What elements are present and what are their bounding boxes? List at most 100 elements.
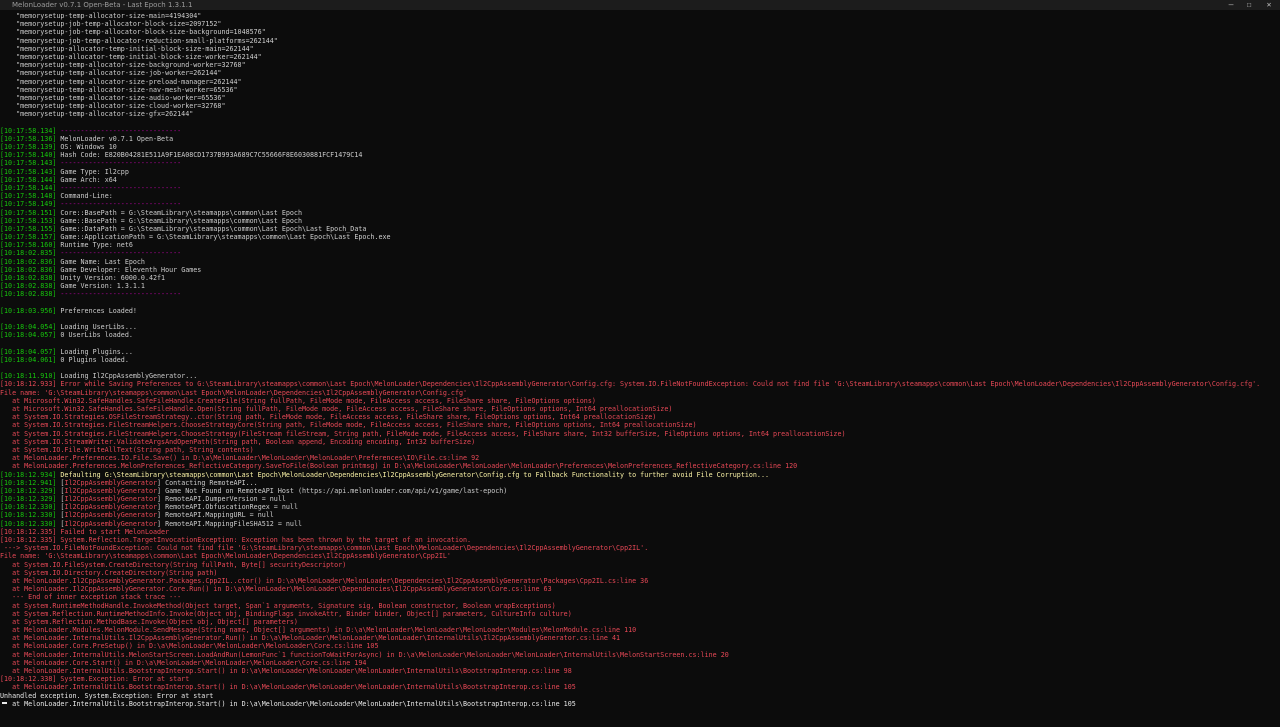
console-line: [10:18:12.338] System.Exception: Error a…: [0, 675, 1280, 683]
timestamp: [10:18:02.836]: [0, 265, 57, 274]
console-line: at System.IO.Strategies.OSFileStreamStra…: [0, 413, 1280, 421]
console-text: OS: Windows 10: [56, 143, 117, 151]
console-line: at System.IO.Directory.CreateDirectory(S…: [0, 569, 1280, 577]
console-line: at System.IO.Strategies.FileStreamHelper…: [0, 421, 1280, 429]
timestamp: [10:17:58.157]: [0, 233, 57, 242]
console-text: Loading Plugins...: [56, 347, 133, 356]
console-line: at MelonLoader.InternalUtils.BootstrapIn…: [0, 667, 1280, 675]
console-line: [10:18:12.934] Defaulting G:\SteamLibrar…: [0, 471, 1280, 479]
timestamp: [10:18:11.910]: [0, 372, 57, 381]
console-line: at System.IO.Strategies.FileStreamHelper…: [0, 430, 1280, 438]
console-text: Preferences Loaded!: [56, 306, 137, 315]
console-line: at MelonLoader.InternalUtils.BootstrapIn…: [0, 700, 1280, 708]
maximize-button[interactable]: ☐: [1242, 0, 1256, 10]
console-text: at MelonLoader.Modules.MelonModule.SendM…: [0, 626, 637, 635]
console-text: at MelonLoader.InternalUtils.BootstrapIn…: [0, 667, 572, 675]
console-text: at MelonLoader.InternalUtils.BootstrapIn…: [0, 683, 576, 692]
console-text: ------------------------------: [56, 183, 182, 192]
console-text: at System.IO.File.WriteAllText(String pa…: [0, 445, 254, 454]
console-text: Game Type: Il2cpp: [56, 167, 129, 176]
console-text: at System.IO.Strategies.FileStreamHelper…: [0, 421, 697, 430]
console-line: "memorysetup-temp-allocator-size-job-wor…: [0, 69, 1280, 77]
console-line: "memorysetup-temp-allocator-size-audio-w…: [0, 94, 1280, 102]
title-bar[interactable]: MelonLoader v0.7.1 Open-Beta - Last Epoc…: [0, 0, 1280, 10]
console-window[interactable]: MelonLoader v0.7.1 Open-Beta - Last Epoc…: [0, 0, 1280, 727]
console-text: MelonLoader v0.7.1 Open-Beta: [56, 134, 174, 143]
timestamp: [10:17:58.134]: [0, 126, 57, 135]
timestamp: [10:17:58.143]: [0, 159, 57, 168]
console-line: "memorysetup-temp-allocator-size-cloud-w…: [0, 102, 1280, 110]
timestamp: [10:17:58.143]: [0, 167, 57, 176]
timestamp: [10:17:58.140]: [0, 151, 57, 160]
timestamp: [10:18:12.330]: [0, 503, 57, 512]
timestamp: [10:18:12.941]: [0, 478, 57, 487]
console-text: at MelonLoader.InternalUtils.MelonStartS…: [0, 650, 729, 659]
timestamp: [10:18:04.061]: [0, 355, 57, 364]
console-text: Game Version: 1.3.1.1: [56, 282, 145, 291]
console-line: "memorysetup-temp-allocator-size-preload…: [0, 78, 1280, 86]
timestamp: [10:18:04.057]: [0, 347, 57, 356]
timestamp: [10:18:02.835]: [0, 249, 57, 258]
timestamp: [10:18:12.329]: [0, 495, 57, 504]
console-line: at MelonLoader.InternalUtils.Il2CppAssem…: [0, 634, 1280, 642]
minimize-button[interactable]: —: [1224, 0, 1238, 10]
timestamp: [10:17:58.155]: [0, 224, 57, 233]
console-text: "memorysetup-temp-allocator-size-gfx=262…: [0, 110, 194, 119]
console-text: Game Arch: x64: [56, 175, 117, 184]
console-text: [10:18:12.338] System.Exception: Error a…: [0, 675, 190, 684]
console-line: [10:18:12.329] [Il2CppAssemblyGenerator]…: [0, 487, 1280, 495]
console-text: at MelonLoader.Core.Start() in D:\a\Melo…: [0, 658, 367, 667]
console-text: ] RemoteAPI.DumperVersion = null: [157, 495, 286, 504]
console-text: Unity Version: 6000.0.42f1: [56, 274, 166, 282]
console-line: [10:18:02.838] Game Version: 1.3.1.1: [0, 282, 1280, 290]
console-line: [10:18:11.910] Loading Il2CppAssemblyGen…: [0, 372, 1280, 380]
console-line: at MelonLoader.Core.PreSetup() in D:\a\M…: [0, 642, 1280, 650]
console-text: at System.IO.StreamWriter.ValidateArgsAn…: [0, 437, 476, 446]
window-title: MelonLoader v0.7.1 Open-Beta - Last Epoc…: [12, 1, 193, 9]
console-line: [10:18:04.057] Loading Plugins...: [0, 348, 1280, 356]
console-line: "memorysetup-temp-allocator-size-gfx=262…: [0, 110, 1280, 118]
console-line: at System.IO.StreamWriter.ValidateArgsAn…: [0, 438, 1280, 446]
console-line: at MelonLoader.Preferences.IO.File.Save(…: [0, 454, 1280, 462]
console-line: at System.IO.File.WriteAllText(String pa…: [0, 446, 1280, 454]
console-line: at MelonLoader.InternalUtils.MelonStartS…: [0, 651, 1280, 659]
console-text: File name: 'G:\SteamLibrary\steamapps\co…: [0, 552, 451, 561]
console-line: [10:18:04.057] 0 UserLibs loaded.: [0, 331, 1280, 339]
console-line: [10:18:12.941] [Il2CppAssemblyGenerator]…: [0, 479, 1280, 487]
console-output[interactable]: "memorysetup-temp-allocator-size-main=41…: [0, 12, 1280, 708]
console-text: ------------------------------: [56, 290, 182, 299]
console-line: at MelonLoader.Core.Start() in D:\a\Melo…: [0, 659, 1280, 667]
console-text: "memorysetup-job-temp-allocator-block-si…: [0, 28, 266, 37]
console-text: Game::DataPath = G:\SteamLibrary\steamap…: [56, 224, 367, 233]
console-line: Unhandled exception. System.Exception: E…: [0, 692, 1280, 700]
console-text: Core::BasePath = G:\SteamLibrary\steamap…: [56, 208, 302, 217]
console-text: Game Developer: Eleventh Hour Games: [56, 265, 202, 274]
close-button[interactable]: ✕: [1262, 0, 1276, 10]
console-line: "memorysetup-allocator-temp-initial-bloc…: [0, 45, 1280, 53]
console-line: [10:17:58.143] Game Type: Il2cpp: [0, 168, 1280, 176]
console-text: [10:18:12.335] Failed to start MelonLoad…: [0, 527, 170, 536]
timestamp: [10:18:12.934]: [0, 470, 57, 479]
console-line: at MelonLoader.Il2CppAssemblyGenerator.C…: [0, 585, 1280, 593]
console-text: "memorysetup-temp-allocator-size-backgro…: [0, 61, 246, 70]
timestamp: [10:17:58.148]: [0, 192, 57, 201]
timestamp: [10:18:02.836]: [0, 257, 57, 266]
console-line: [10:17:58.139] OS: Windows 10: [0, 143, 1280, 151]
console-text: [10:18:12.933] Error while Saving Prefer…: [0, 380, 1261, 389]
timestamp: [10:17:58.160]: [0, 241, 57, 250]
console-text: at MelonLoader.Il2CppAssemblyGenerator.P…: [0, 576, 649, 585]
console-line: "memorysetup-temp-allocator-size-main=41…: [0, 12, 1280, 20]
console-line: [10:17:58.136] MelonLoader v0.7.1 Open-B…: [0, 135, 1280, 143]
console-text: Loading Il2CppAssemblyGenerator...: [56, 372, 198, 381]
console-line: [10:18:12.335] Failed to start MelonLoad…: [0, 528, 1280, 536]
console-text: ] Game Not Found on RemoteAPI Host (http…: [157, 486, 508, 495]
console-line: "memorysetup-job-temp-allocator-reductio…: [0, 37, 1280, 45]
console-line: [10:18:12.330] [Il2CppAssemblyGenerator]…: [0, 503, 1280, 511]
timestamp: [10:18:02.838]: [0, 290, 57, 299]
console-line: File name: 'G:\SteamLibrary\steamapps\co…: [0, 552, 1280, 560]
